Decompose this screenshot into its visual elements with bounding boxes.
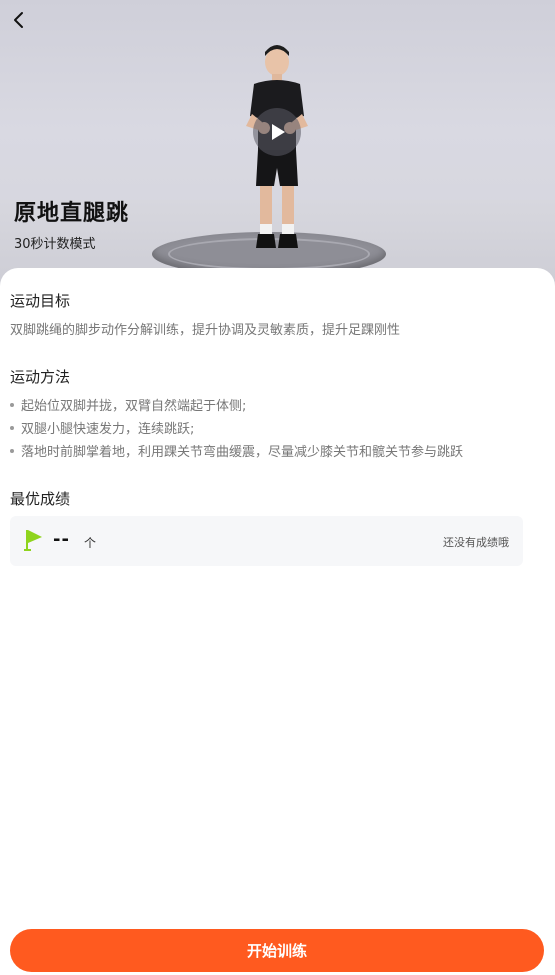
goal-title: 运动目标	[10, 292, 71, 310]
method-step-text: 起始位双脚并拢，双臂自然端起于体侧;	[21, 399, 247, 414]
best-record-card: -- 个 还没有成绩哦	[10, 516, 523, 566]
no-record-text: 还没有成绩哦	[443, 536, 509, 549]
method-step-text: 落地时前脚掌着地，利用踝关节弯曲缓震，尽量减少膝关节和髋关节参与跳跃	[21, 445, 464, 460]
exercise-video-hero: 原地直腿跳 30秒计数模式	[0, 0, 555, 290]
exercise-title: 原地直腿跳	[14, 201, 130, 226]
method-step: 起始位双脚并拢，双臂自然端起于体侧;	[10, 395, 246, 414]
flag-icon	[24, 530, 42, 551]
method-step: 双腿小腿快速发力，连续跳跃;	[10, 418, 194, 437]
method-step: 落地时前脚掌着地，利用踝关节弯曲缓震，尽量减少膝关节和髋关节参与跳跃	[10, 441, 463, 460]
play-button[interactable]	[253, 108, 301, 156]
chevron-left-icon	[14, 12, 23, 28]
method-title: 运动方法	[10, 368, 71, 386]
detail-sheet: 运动目标 双脚跳绳的脚步动作分解训练，提升协调及灵敏素质，提升足踝刚性 运动方法…	[0, 268, 555, 975]
back-button[interactable]	[6, 8, 30, 32]
best-record-value: --	[53, 529, 70, 550]
method-step-text: 双腿小腿快速发力，连续跳跃;	[21, 422, 195, 437]
exercise-mode: 30秒计数模式	[14, 237, 96, 252]
start-training-button[interactable]: 开始训练	[10, 929, 544, 972]
best-record-unit: 个	[84, 536, 97, 550]
bullet-dot	[10, 402, 14, 407]
bullet-dot	[10, 425, 14, 430]
bullet-dot	[10, 448, 14, 453]
play-icon	[272, 124, 285, 140]
goal-text: 双脚跳绳的脚步动作分解训练，提升协调及灵敏素质，提升足踝刚性	[10, 323, 401, 338]
best-title: 最优成绩	[10, 490, 71, 508]
